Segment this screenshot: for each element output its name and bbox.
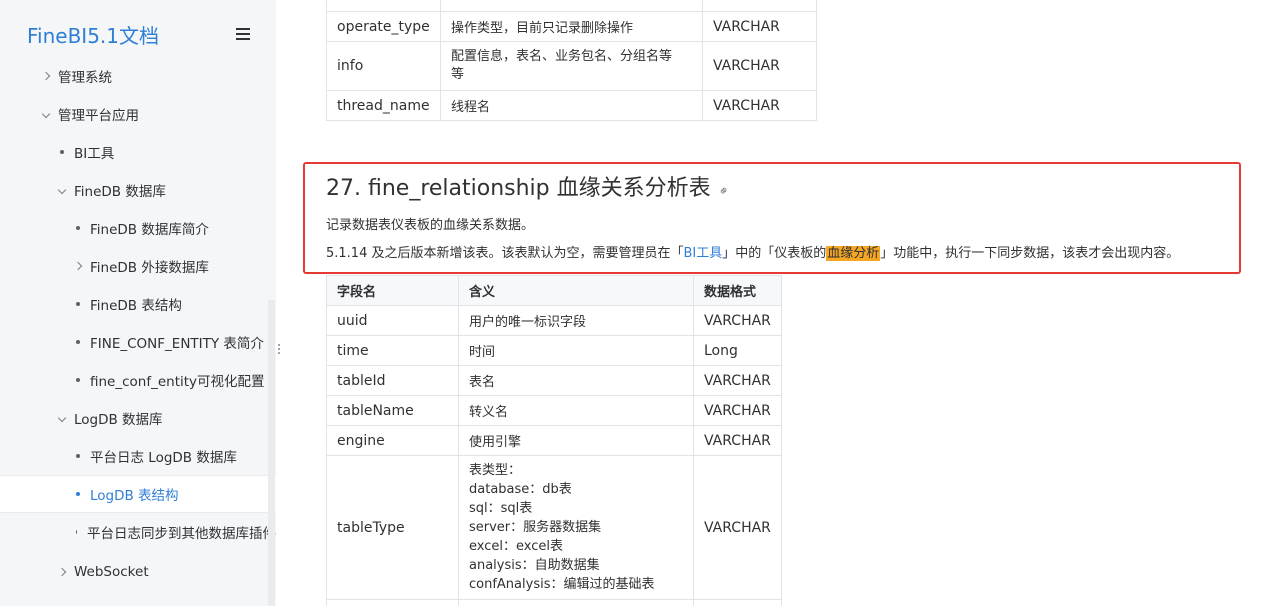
sidebar-item-label: BI工具: [74, 146, 115, 162]
sidebar-item-finedb-structure[interactable]: FineDB 表结构: [0, 285, 276, 323]
table-cell-field: uuid: [326, 305, 459, 336]
table-header-row: 字段名 含义 数据格式: [326, 275, 782, 306]
table-row: uuid 用户的唯一标识字段 VARCHAR: [326, 305, 782, 336]
table-cell-format: VARCHAR: [702, 11, 817, 42]
table-cell-desc: 用户的唯一标识字段: [458, 305, 694, 336]
table-row: thread_name 线程名 VARCHAR: [326, 90, 817, 121]
menu-icon[interactable]: [236, 28, 250, 40]
table-row: operate_type 操作类型，目前只记录删除操作 VARCHAR: [326, 11, 817, 42]
sidebar-item-logdb[interactable]: LogDB 数据库: [0, 399, 276, 437]
bullet-icon: [76, 492, 80, 496]
table-cell-format: VARCHAR: [693, 455, 782, 600]
chevron-right-icon: [72, 261, 84, 272]
table-cell-desc: 使用引擎: [458, 425, 694, 456]
bullet-icon: [76, 302, 80, 306]
bullet-icon: [76, 340, 80, 344]
bullet-icon: [76, 530, 77, 534]
sidebar-scrollbar[interactable]: [268, 300, 275, 606]
table-cell-desc: 配置信息，表名、业务包名、分组名等 等: [440, 41, 703, 91]
table-cell-format: VARCHAR: [693, 425, 782, 456]
sidebar-item-logdb-structure[interactable]: LogDB 表结构: [0, 475, 276, 513]
table-cell-field: info: [326, 41, 441, 91]
brand-title[interactable]: FineBI5.1文档: [27, 20, 159, 49]
sidebar-item-label: LogDB 数据库: [74, 412, 163, 428]
section-description: 记录数据表仪表板的血缘关系数据。: [326, 218, 535, 233]
sidebar-item-bi-tools[interactable]: BI工具: [0, 133, 276, 171]
header-field: 字段名: [326, 275, 459, 306]
relationship-table: 字段名 含义 数据格式 uuid 用户的唯一标识字段 VARCHAR time …: [326, 275, 782, 606]
chevron-down-icon: [40, 109, 52, 120]
chevron-down-icon: [56, 413, 68, 424]
chevron-down-icon: [56, 185, 68, 196]
sidebar-item-label: LogDB 表结构: [90, 488, 179, 504]
sidebar-item-conf-entity-visual[interactable]: fine_conf_entity可视化配置: [0, 361, 276, 399]
header-desc: 含义: [458, 275, 694, 306]
sidebar-item-finedb-external[interactable]: FineDB 外接数据库: [0, 247, 276, 285]
sidebar-item-label: FineDB 表结构: [90, 298, 182, 314]
header-format: 数据格式: [693, 275, 782, 306]
table-cell-field: tableName: [326, 395, 459, 426]
sidebar-item-management-system[interactable]: 管理系统: [0, 57, 276, 95]
sidebar-item-label: FINE_CONF_ENTITY 表简介: [90, 336, 264, 352]
table-cell-format: Long: [693, 335, 782, 366]
sidebar-item-label: 平台日志 LogDB 数据库: [90, 450, 237, 466]
bullet-icon: [76, 226, 80, 230]
bullet-icon: [76, 378, 80, 382]
sidebar-item-platform-apps[interactable]: 管理平台应用: [0, 95, 276, 133]
bullet-icon: [76, 454, 80, 458]
previous-table: operate_type 操作类型，目前只记录删除操作 VARCHAR info…: [326, 0, 817, 121]
table-cell-format: VARCHAR: [693, 365, 782, 396]
sidebar-item-finedb-intro[interactable]: FineDB 数据库简介: [0, 209, 276, 247]
main-content: operate_type 操作类型，目前只记录删除操作 VARCHAR info…: [276, 0, 1284, 606]
table-cell-format: VARCHAR: [693, 395, 782, 426]
sidebar-item-label: 管理系统: [58, 70, 112, 86]
table-cell-format: VARCHAR: [702, 41, 817, 91]
sidebar-item-finedb[interactable]: FineDB 数据库: [0, 171, 276, 209]
sidebar-item-label: 平台日志同步到其他数据库插件: [87, 526, 276, 542]
table-cell-field: thread_name: [326, 90, 441, 121]
highlighted-text: 血缘分析: [826, 246, 881, 261]
sidebar-item-platform-log[interactable]: 平台日志 LogDB 数据库: [0, 437, 276, 475]
sidebar-item-log-sync-plugin[interactable]: 平台日志同步到其他数据库插件: [0, 513, 276, 551]
table-cell-field: tableId: [326, 365, 459, 396]
table-row: engine 使用引擎 VARCHAR: [326, 425, 782, 456]
table-row: time 时间 Long: [326, 335, 782, 366]
table-cell-desc: 表名: [458, 365, 694, 396]
sidebar-item-label: fine_conf_entity可视化配置: [90, 374, 265, 390]
sidebar-item-label: FineDB 外接数据库: [90, 260, 209, 276]
table-cell-field: time: [326, 335, 459, 366]
sidebar-item-conf-entity[interactable]: FINE_CONF_ENTITY 表简介: [0, 323, 276, 361]
table-cell-desc: 时间: [458, 335, 694, 366]
chevron-right-icon: [40, 71, 52, 82]
table-cell-desc: 线程名: [440, 90, 703, 121]
table-row: tableId 表名 VARCHAR: [326, 365, 782, 396]
sidebar-item-websocket[interactable]: WebSocket: [0, 553, 276, 591]
sidebar: FineBI5.1文档 管理系统 管理平台应用 BI工具 FineDB 数据库 …: [0, 0, 276, 606]
sidebar-item-label: FineDB 数据库: [74, 184, 166, 200]
bi-tools-link[interactable]: BI工具: [683, 246, 722, 261]
table-cell-desc: 表类型： database：db表 sql：sql表 server：服务器数据集…: [458, 455, 694, 600]
sidebar-item-label: FineDB 数据库简介: [90, 222, 209, 238]
table-row: tableName 转义名 VARCHAR: [326, 395, 782, 426]
table-cell-field: engine: [326, 425, 459, 456]
sidebar-item-label: WebSocket: [74, 564, 149, 580]
table-cell-field: operate_type: [326, 11, 441, 42]
section-title: 27. fine_relationship 血缘关系分析表 ⚭: [326, 176, 734, 201]
bullet-icon: [60, 150, 64, 154]
table-row: [326, 599, 782, 606]
chevron-right-icon: [56, 567, 68, 578]
table-cell-desc: 操作类型，目前只记录删除操作: [440, 11, 703, 42]
table-cell-format: VARCHAR: [693, 305, 782, 336]
table-cell-desc: 转义名: [458, 395, 694, 426]
section-note: 5.1.14 及之后版本新增该表。该表默认为空，需要管理员在「BI工具」中的「仪…: [326, 246, 1180, 261]
table-row: [326, 0, 817, 12]
table-row: tableType 表类型： database：db表 sql：sql表 ser…: [326, 455, 782, 600]
sidebar-item-label: 管理平台应用: [58, 108, 139, 124]
table-cell-field: tableType: [326, 455, 459, 600]
table-row: info 配置信息，表名、业务包名、分组名等 等 VARCHAR: [326, 41, 817, 91]
table-cell-format: VARCHAR: [702, 90, 817, 121]
